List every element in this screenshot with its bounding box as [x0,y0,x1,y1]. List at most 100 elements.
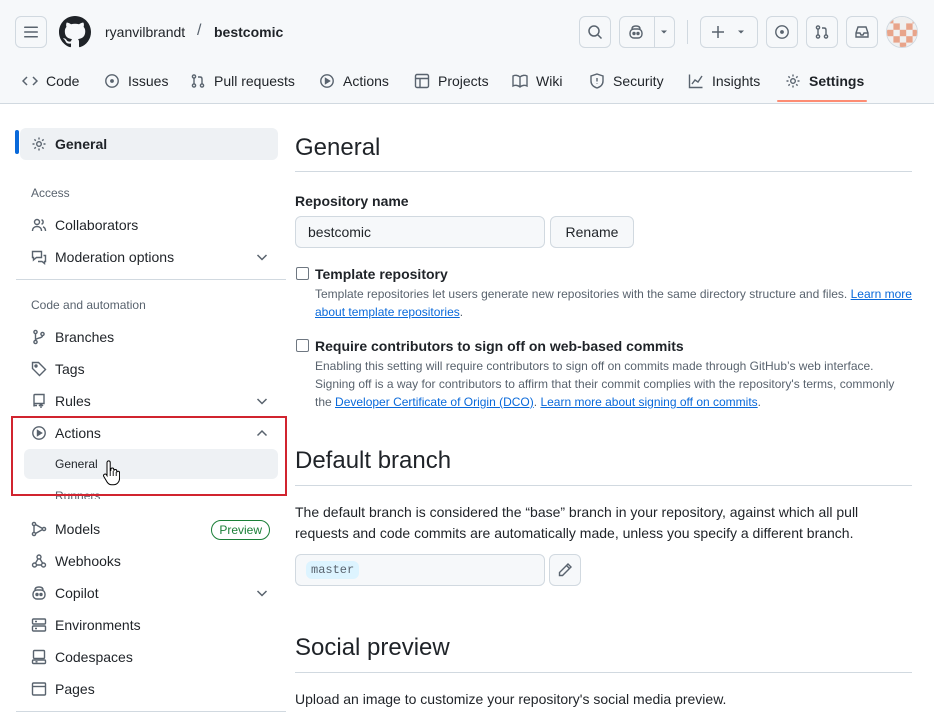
signoff-learn-more-link[interactable]: Learn more about signing off on commits [540,395,757,409]
tab-actions[interactable]: Actions [319,64,389,98]
sidebar-item-rules[interactable]: Rules [20,385,278,417]
sidebar-item-webhooks[interactable]: Webhooks [20,545,278,577]
github-logo-icon[interactable] [59,16,91,48]
chevron-down-icon [738,30,744,34]
rename-button[interactable]: Rename [550,216,634,248]
graph-icon [688,74,703,89]
sidebar-item-branches[interactable]: Branches [20,321,278,353]
copilot-icon [629,25,643,39]
sidebar-item-label: Codespaces [55,649,133,665]
sidebar-item-collaborators[interactable]: Collaborators [20,209,278,241]
copilot-icon [32,586,46,600]
repo-header: ryanvilbrandt / bestcomic Code Issues Pu… [0,0,934,104]
comment-discussion-icon [31,250,47,265]
owner-link[interactable]: ryanvilbrandt [105,24,185,40]
sidebar-item-label: Rules [55,393,91,409]
sidebar-item-moderation[interactable]: Moderation options [20,241,278,273]
active-indicator [15,130,19,154]
sidebar-item-models[interactable]: Models Preview [20,513,278,545]
social-preview-description: Upload an image to customize your reposi… [295,691,727,707]
user-avatar[interactable] [886,16,918,48]
repo-name-label: Repository name [295,193,409,209]
sidebar-item-pages[interactable]: Pages [20,673,278,705]
issue-icon [105,74,119,88]
template-repo-checkbox[interactable] [296,267,309,280]
codespaces-icon [31,649,47,665]
page-title: General [295,134,381,161]
section-divider [295,171,912,172]
repo-link[interactable]: bestcomic [214,24,283,40]
signoff-note: Enabling this setting will require contr… [315,359,895,409]
tab-code[interactable]: Code [22,64,79,98]
tab-label: Pull requests [214,73,295,89]
gear-icon [32,137,46,151]
tab-projects[interactable]: Projects [414,64,489,98]
create-new-button[interactable] [700,16,758,48]
tab-insights[interactable]: Insights [688,64,760,98]
sidebar-divider [16,279,286,280]
sidebar-item-environments[interactable]: Environments [20,609,278,641]
tab-settings[interactable]: Settings [785,64,864,98]
book-icon [512,74,528,88]
code-icon [22,76,38,86]
tab-issues[interactable]: Issues [104,64,168,98]
edit-branch-button[interactable] [549,554,581,586]
plus-icon [712,26,724,38]
tab-pull-requests[interactable]: Pull requests [190,64,295,98]
hand-cursor-icon [103,460,120,486]
hamburger-icon [24,26,38,38]
default-branch-description: The default branch is considered the “ba… [295,504,859,541]
dco-link[interactable]: Developer Certificate of Origin (DCO) [335,395,534,409]
inbox-button[interactable] [846,16,878,48]
play-icon [320,74,334,88]
social-preview-title: Social preview [295,634,450,661]
copilot-button[interactable] [619,16,675,48]
branch-name-pill: master [306,561,360,579]
chevron-down-icon [661,30,667,34]
template-repo-label: Template repository [315,266,448,282]
settings-sidebar: General Access Collaborators Moderation … [0,104,290,722]
tab-label: Projects [438,73,489,89]
tab-label: Wiki [536,73,563,89]
sidebar-item-general[interactable]: General [20,128,278,160]
sidebar-item-label: Environments [55,617,141,633]
signoff-checkbox[interactable] [296,339,309,352]
repo-name-input[interactable]: bestcomic [295,216,545,248]
tab-wiki[interactable]: Wiki [512,64,562,98]
tab-label: Actions [343,73,389,89]
sidebar-item-label: Moderation options [55,249,175,265]
highlight-box [11,416,287,496]
sidebar-item-label: Branches [55,329,115,345]
search-button[interactable] [579,16,611,48]
section-divider [295,672,912,673]
chevron-down-icon[interactable] [254,585,270,601]
server-icon [31,618,47,632]
chevron-down-icon[interactable] [254,249,270,265]
people-icon [31,218,47,232]
pull-request-icon [191,74,205,88]
sidebar-item-label: Pages [55,681,95,697]
template-note-text: Template repositories let users generate… [315,287,848,301]
repo-push-icon [33,393,45,408]
search-icon [588,25,603,40]
chevron-down-icon[interactable] [254,393,270,409]
issue-icon [775,25,789,39]
sidebar-item-label: General [55,136,108,152]
tab-label: Code [46,73,80,89]
breadcrumb-separator: / [197,22,202,39]
sidebar-item-label: Collaborators [55,217,139,233]
models-icon [31,521,47,537]
issues-button[interactable] [766,16,798,48]
tab-label: Settings [809,73,865,89]
gear-icon [786,74,800,88]
sidebar-item-tags[interactable]: Tags [20,353,278,385]
pull-requests-button[interactable] [806,16,838,48]
menu-button[interactable] [15,16,47,48]
table-icon [414,73,430,89]
webhook-icon [31,554,47,568]
repo-tabs: Code Issues Pull requests Actions Projec… [0,64,934,104]
sidebar-item-label: Copilot [55,585,99,601]
tab-security[interactable]: Security [589,64,664,98]
sidebar-item-codespaces[interactable]: Codespaces [20,641,278,673]
sidebar-item-copilot[interactable]: Copilot [20,577,278,609]
